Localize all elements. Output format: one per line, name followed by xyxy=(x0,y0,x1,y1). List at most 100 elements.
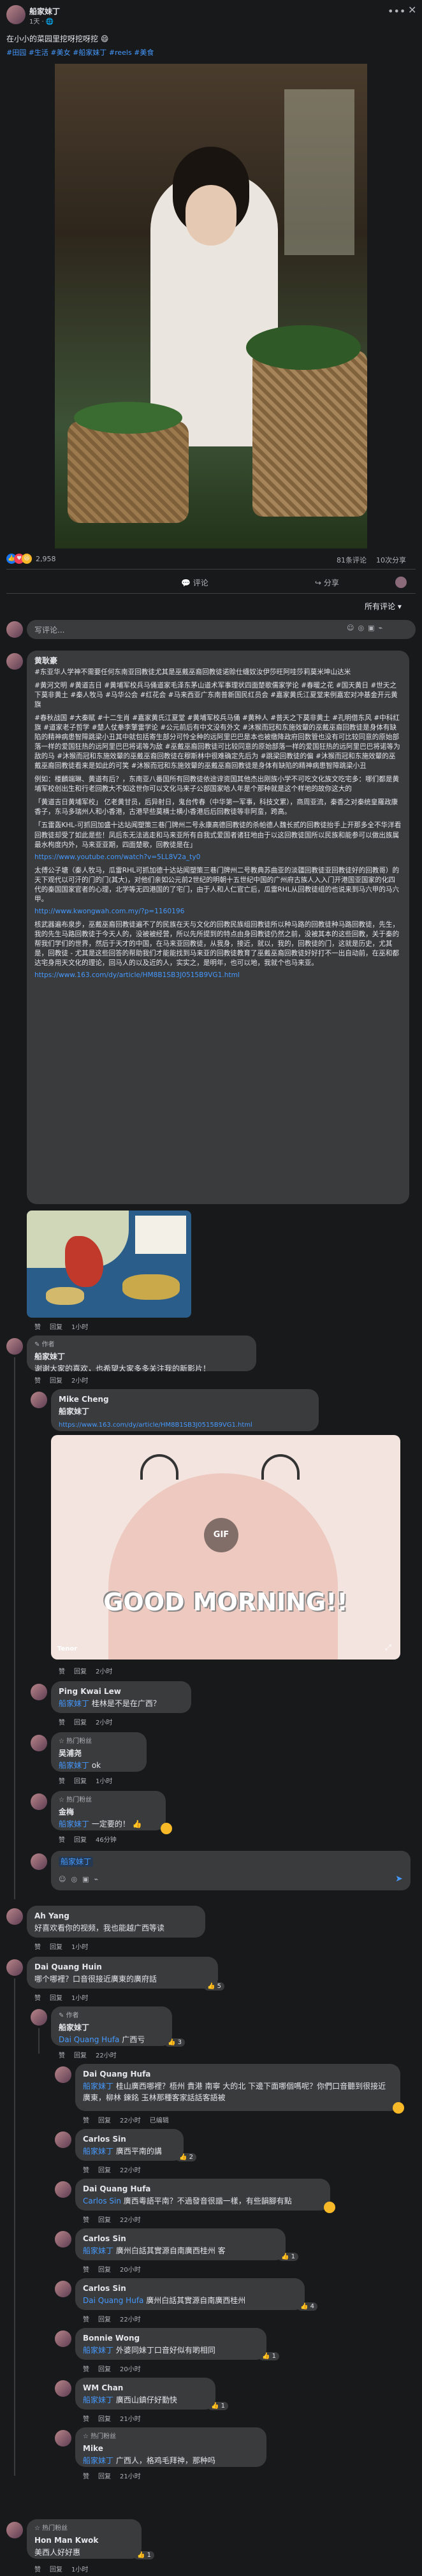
replier-name[interactable]: Dai Quang Hufa xyxy=(83,2184,323,2195)
reply-action[interactable]: 回复 xyxy=(74,1668,87,1675)
like-action[interactable]: 赞 xyxy=(83,2117,89,2124)
reply-mention[interactable]: Dai Quang Hufa xyxy=(83,2296,143,2305)
haha-reaction-icon[interactable] xyxy=(324,2202,335,2213)
comment-link[interactable]: https://www.youtube.com/watch?v=5LL8V2a_… xyxy=(34,853,402,862)
comment-reaction-count[interactable]: 👍 3 xyxy=(164,2038,186,2047)
reply-mention[interactable]: Carlos Sin xyxy=(83,2197,121,2205)
reply-avatar[interactable] xyxy=(31,1793,47,1810)
reply-action[interactable]: 回复 xyxy=(98,2473,111,2480)
reply-mention[interactable]: 船家妹丁 xyxy=(59,1761,89,1770)
close-icon[interactable]: ✕ xyxy=(408,4,416,16)
reply-action[interactable]: 回复 xyxy=(74,1719,87,1726)
sort-comments[interactable]: 所有评论 ▾ xyxy=(365,601,402,612)
replier-name[interactable]: Mike Cheng xyxy=(59,1394,311,1405)
reply-action[interactable]: 回复 xyxy=(98,2217,111,2224)
send-icon[interactable]: ➤ xyxy=(395,1874,403,1884)
expand-icon[interactable]: ⤢ xyxy=(385,1643,391,1652)
reply-action[interactable]: 回复 xyxy=(98,2267,111,2274)
comment-reaction-count[interactable]: 👍 1 xyxy=(278,2253,299,2261)
like-action[interactable]: 赞 xyxy=(34,2566,41,2573)
replier-name[interactable]: Bonnie Wong xyxy=(83,2333,259,2344)
reply-mention[interactable]: 船家妹丁 xyxy=(59,1406,311,1417)
like-action[interactable]: 赞 xyxy=(34,1378,41,1385)
reply-action[interactable]: 回复 xyxy=(74,1778,87,1785)
like-action[interactable]: 赞 xyxy=(83,2416,89,2423)
reply-action[interactable]: 回复 xyxy=(98,2316,111,2323)
reply-action[interactable]: 回复 xyxy=(98,2366,111,2373)
commenter-name[interactable]: Hon Man Kwok xyxy=(34,2535,134,2546)
like-action[interactable]: 赞 xyxy=(59,1778,65,1785)
share-button[interactable]: ↪ 分享 xyxy=(315,577,339,588)
reply-avatar[interactable] xyxy=(55,2281,71,2297)
commenter-name[interactable]: Ah Yang xyxy=(34,1911,198,1922)
post-video[interactable] xyxy=(55,64,367,548)
commenter-avatar[interactable] xyxy=(6,1959,23,1976)
like-action[interactable]: 赞 xyxy=(83,2217,89,2224)
like-action[interactable]: 赞 xyxy=(83,2473,89,2480)
reply-action[interactable]: 回复 xyxy=(50,1324,62,1331)
reply-action[interactable]: 回复 xyxy=(50,1944,62,1951)
comment-map-image[interactable] xyxy=(27,1211,191,1318)
reply-mention[interactable]: 船家妹丁 xyxy=(83,2082,113,2091)
reply-action[interactable]: 回复 xyxy=(98,2167,111,2174)
replier-name[interactable]: 船家妹丁 xyxy=(59,2022,164,2033)
replier-name[interactable]: Carlos Sin xyxy=(83,2134,176,2145)
reply-mention[interactable]: 船家妹丁 xyxy=(83,2396,113,2404)
reply-action[interactable]: 回复 xyxy=(50,1995,62,2002)
reply-mention[interactable]: 船家妹丁 xyxy=(59,1820,89,1829)
comment-reaction-count[interactable]: 👍 5 xyxy=(204,1982,225,1991)
author-avatar[interactable] xyxy=(6,1338,23,1355)
like-action[interactable]: 赞 xyxy=(34,1324,41,1331)
haha-reaction-icon[interactable] xyxy=(161,1823,172,1834)
replier-name[interactable]: 吴浦尧 xyxy=(59,1748,139,1759)
comment-reaction-count[interactable]: 👍 1 xyxy=(259,2352,280,2360)
commenter-name[interactable]: Dai Quang Huin xyxy=(34,1962,210,1973)
commenter-name[interactable]: 船家妹丁 xyxy=(34,1351,249,1362)
reply-avatar[interactable] xyxy=(55,2430,71,2447)
like-action[interactable]: 赞 xyxy=(59,1668,65,1675)
replier-name[interactable]: WM Chan xyxy=(83,2383,208,2394)
like-action[interactable]: 赞 xyxy=(59,1719,65,1726)
comment-reaction-count[interactable]: 👍 1 xyxy=(208,2402,229,2410)
haha-reaction-icon[interactable] xyxy=(393,2102,404,2114)
reply-mention[interactable]: 船家妹丁 xyxy=(83,2246,113,2255)
reply-avatar[interactable] xyxy=(55,2330,71,2347)
reply-action[interactable]: 回复 xyxy=(98,2117,111,2124)
post-hashtags[interactable]: #田园 #生活 #美女 #船家妹丁 #reels #美食 xyxy=(6,47,154,57)
reply-mention[interactable]: 船家妹丁 xyxy=(59,1699,89,1708)
comment-link[interactable]: http://www.kwongwah.com.my/?p=1160196 xyxy=(34,907,402,916)
like-action[interactable]: 赞 xyxy=(83,2167,89,2174)
commenter-name[interactable]: 黄耿豪 xyxy=(34,656,402,666)
more-options-icon[interactable]: ••• xyxy=(388,5,405,17)
like-action[interactable]: 赞 xyxy=(59,1837,65,1844)
share-count[interactable]: 10次分享 xyxy=(376,555,406,565)
comment-reaction-count[interactable]: 👍 2 xyxy=(176,2153,197,2161)
reply-avatar[interactable] xyxy=(55,2181,71,2198)
reaction-count[interactable]: 2,958 xyxy=(36,555,56,563)
reply-mention[interactable]: 船家妹丁 xyxy=(83,2147,113,2156)
like-action[interactable]: 赞 xyxy=(59,2052,65,2059)
gif-attachment[interactable]: GIF GOOD MORNING!! Tenor ⤢ xyxy=(51,1435,400,1660)
viewer-avatar-menu[interactable] xyxy=(395,577,407,588)
reply-avatar[interactable] xyxy=(55,2066,71,2083)
comment-button[interactable]: 💬 评论 xyxy=(181,577,208,588)
replier-name[interactable]: Dai Quang Hufa xyxy=(83,2069,393,2080)
reply-mention[interactable]: 船家妹丁 xyxy=(83,2346,113,2355)
reply-avatar[interactable] xyxy=(55,2380,71,2397)
replier-name[interactable]: Ping Kwai Lew xyxy=(59,1686,184,1697)
reply-action[interactable]: 回复 xyxy=(98,2416,111,2423)
commenter-avatar[interactable] xyxy=(6,653,23,670)
reply-avatar[interactable] xyxy=(31,1735,47,1751)
reply-mention[interactable]: 船家妹丁 xyxy=(83,2456,113,2465)
reply-avatar[interactable] xyxy=(31,1684,47,1700)
author-avatar[interactable] xyxy=(31,2009,47,2026)
like-action[interactable]: 赞 xyxy=(34,1944,41,1951)
post-author[interactable]: 船家妹丁 xyxy=(29,6,60,17)
reply-action[interactable]: 回复 xyxy=(74,1837,87,1844)
author-avatar[interactable] xyxy=(6,5,25,24)
replier-name[interactable]: 金梅 xyxy=(59,1807,158,1818)
commenter-avatar[interactable] xyxy=(6,1908,23,1925)
comment-tools[interactable]: ☺◎▣⌁ xyxy=(347,624,386,632)
replier-name[interactable]: Carlos Sin xyxy=(83,2234,278,2244)
comment-count[interactable]: 81条评论 xyxy=(337,555,367,565)
